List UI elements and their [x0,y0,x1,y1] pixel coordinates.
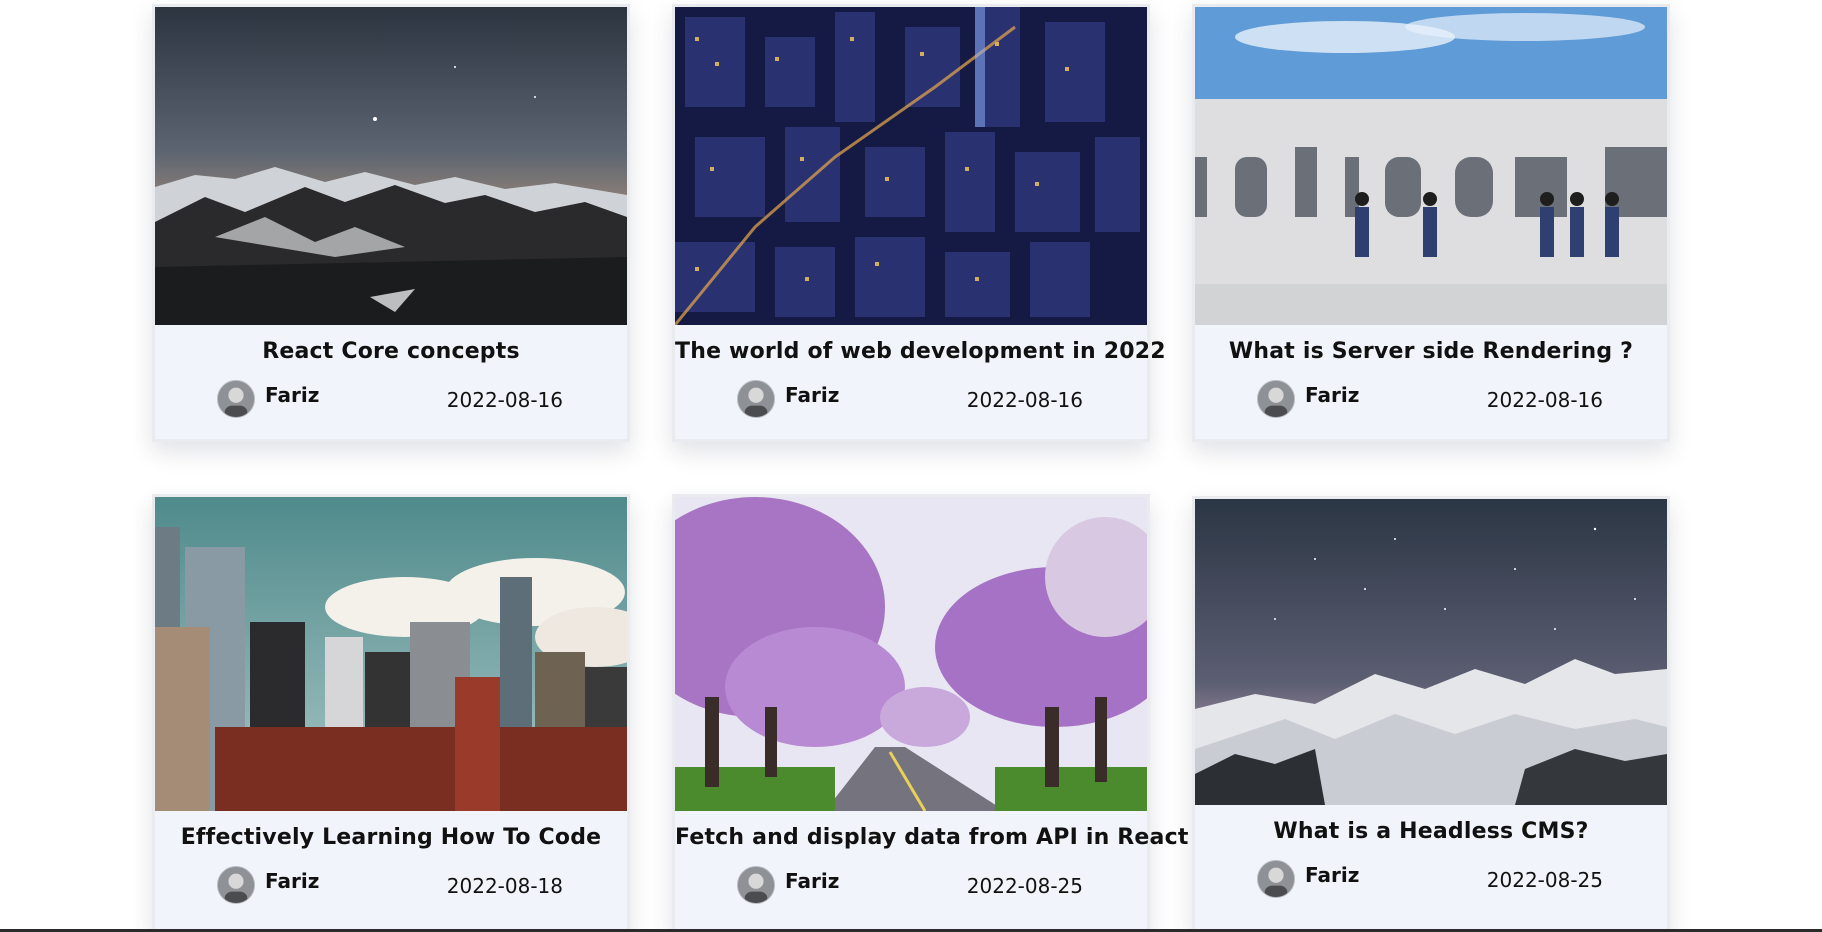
avatar [737,380,775,418]
post-card[interactable]: What is Server side Rendering ? Fariz 20… [1192,4,1670,442]
post-author: Fariz [737,866,839,904]
post-title[interactable]: React Core concepts [155,339,627,364]
post-card[interactable]: The world of web development in 2022 Far… [672,4,1166,442]
user-avatar-icon [218,381,254,417]
avatar [737,866,775,904]
user-avatar-icon [738,867,774,903]
post-card[interactable]: Fetch and display data from API in React… [672,494,1188,932]
post-image[interactable] [155,7,627,325]
city-skyline-image [155,497,627,811]
post-card[interactable]: Effectively Learning How To Code Fariz 2… [152,494,630,932]
post-meta: Fariz 2022-08-16 [1195,364,1667,424]
post-card[interactable]: What is a Headless CMS? Fariz 2022-08-25 [1192,496,1670,932]
post-image[interactable] [675,497,1147,811]
cherry-blossom-road-image [675,497,1147,811]
avatar [217,380,255,418]
post-author: Fariz [1257,380,1359,418]
author-name: Fariz [1305,863,1360,887]
avatar [217,866,255,904]
post-title[interactable]: Fetch and display data from API in React [675,825,1188,850]
author-name: Fariz [265,869,320,893]
post-author: Fariz [217,380,319,418]
post-meta: Fariz 2022-08-18 [155,850,627,910]
mural-wall-image [1195,7,1667,325]
city-aerial-night-image [675,7,1147,325]
mountain-night-image [155,7,627,325]
post-author: Fariz [217,866,319,904]
author-name: Fariz [785,383,840,407]
post-date: 2022-08-25 [1486,868,1603,892]
author-name: Fariz [785,869,840,893]
user-avatar-icon [738,381,774,417]
post-title[interactable]: What is a Headless CMS? [1195,819,1667,844]
post-meta: Fariz 2022-08-25 [675,850,1147,910]
snowy-mountain-stars-image [1195,499,1667,805]
post-image[interactable] [1195,7,1667,325]
post-date: 2022-08-16 [1486,388,1603,412]
avatar [1257,860,1295,898]
user-avatar-icon [1258,381,1294,417]
post-date: 2022-08-16 [446,388,563,412]
blog-post-grid: React Core concepts Fariz 2022-08-16 The… [0,0,1822,932]
post-date: 2022-08-16 [966,388,1083,412]
post-title[interactable]: The world of web development in 2022 [675,339,1166,364]
author-name: Fariz [1305,383,1360,407]
author-name: Fariz [265,383,320,407]
post-title[interactable]: What is Server side Rendering ? [1195,339,1667,364]
post-date: 2022-08-18 [446,874,563,898]
post-meta: Fariz 2022-08-16 [155,364,627,424]
post-image[interactable] [1195,499,1667,805]
post-card[interactable]: React Core concepts Fariz 2022-08-16 [152,4,630,442]
post-author: Fariz [1257,860,1359,898]
post-author: Fariz [737,380,839,418]
post-image[interactable] [675,7,1147,325]
user-avatar-icon [1258,861,1294,897]
post-date: 2022-08-25 [966,874,1083,898]
post-meta: Fariz 2022-08-25 [1195,844,1667,904]
post-meta: Fariz 2022-08-16 [675,364,1147,424]
post-title[interactable]: Effectively Learning How To Code [155,825,627,850]
user-avatar-icon [218,867,254,903]
avatar [1257,380,1295,418]
post-image[interactable] [155,497,627,811]
